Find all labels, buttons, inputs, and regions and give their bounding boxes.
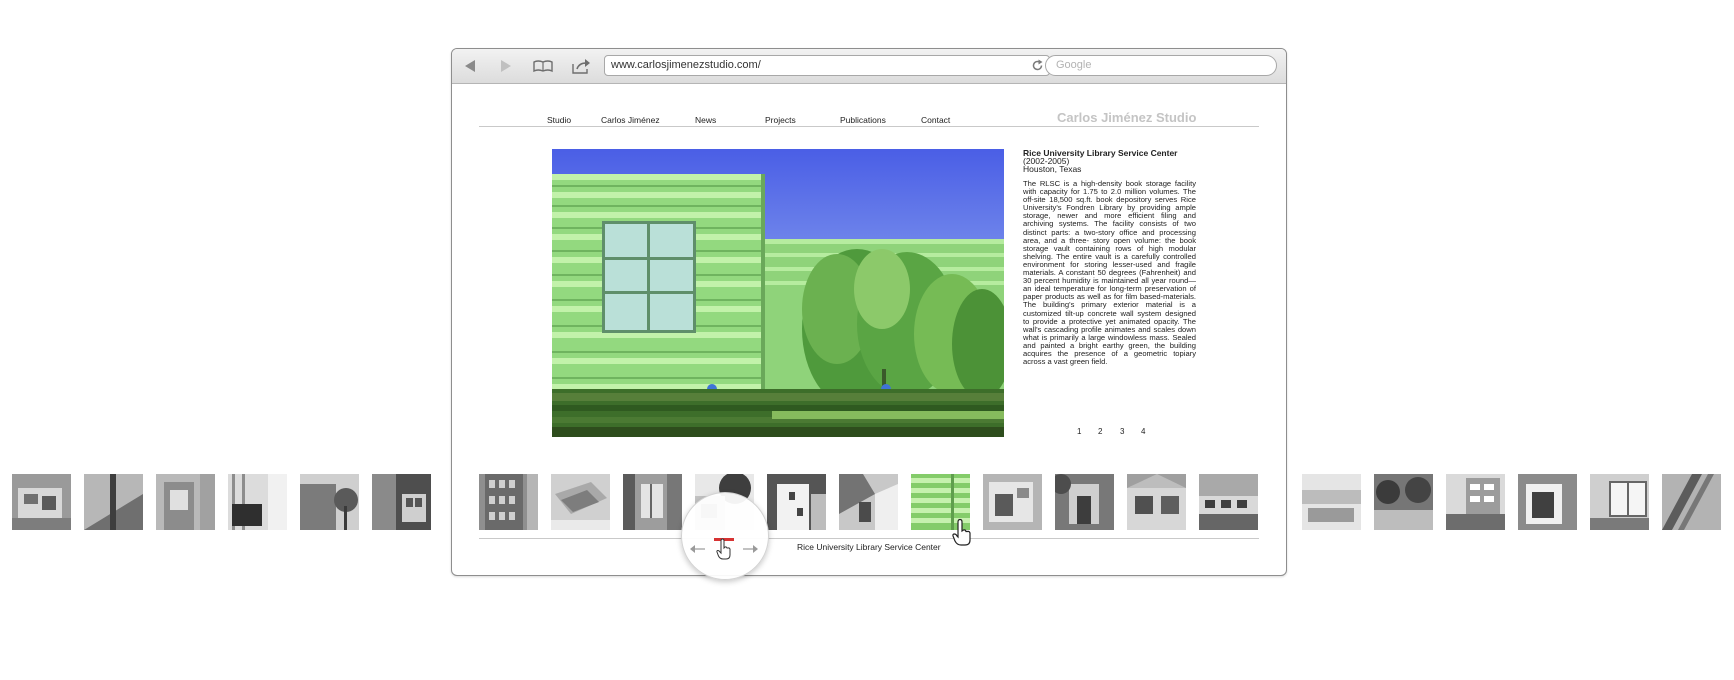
forward-button[interactable] [494, 55, 518, 77]
divider [479, 538, 1259, 539]
thumbnail[interactable] [1662, 474, 1721, 530]
thumbnail[interactable] [767, 474, 826, 530]
site-logo[interactable]: Carlos Jiménez Studio [1057, 110, 1196, 125]
thumbnail[interactable] [372, 474, 431, 530]
project-location: Houston, Texas [1023, 164, 1082, 174]
scrub-loupe[interactable] [681, 492, 769, 580]
book-icon [533, 59, 553, 73]
thumbnail[interactable] [12, 474, 71, 530]
bookmarks-button[interactable] [531, 55, 555, 77]
thumbnail[interactable] [1127, 474, 1186, 530]
thumbnail[interactable] [300, 474, 359, 530]
back-arrow-icon [463, 59, 477, 73]
thumbnail[interactable] [84, 474, 143, 530]
thumbnail[interactable] [1374, 474, 1433, 530]
thumbnail[interactable] [1518, 474, 1577, 530]
thumbnail-caption: Rice University Library Service Center [797, 542, 941, 552]
arrow-left-icon [690, 541, 706, 559]
reload-icon[interactable] [1031, 59, 1044, 77]
forward-arrow-icon [499, 59, 513, 73]
share-icon [571, 58, 591, 74]
hand-cursor-icon [951, 518, 973, 551]
page-link-1[interactable]: 1 [1077, 427, 1081, 436]
hand-cursor-icon [716, 538, 732, 565]
thumbnail[interactable] [1055, 474, 1114, 530]
thumbnail[interactable] [156, 474, 215, 530]
thumbnail[interactable] [1446, 474, 1505, 530]
thumbnail[interactable] [983, 474, 1042, 530]
url-text: www.carlosjimenezstudio.com/ [611, 59, 761, 71]
thumbnail[interactable] [551, 474, 610, 530]
thumbnail[interactable] [228, 474, 287, 530]
thumbnail[interactable] [623, 474, 682, 530]
share-button[interactable] [569, 55, 593, 77]
thumbnail[interactable] [479, 474, 538, 530]
search-placeholder: Google [1056, 59, 1092, 71]
project-photo [552, 149, 1004, 437]
back-button[interactable] [458, 55, 482, 77]
thumbnail[interactable] [1199, 474, 1258, 530]
browser-toolbar: www.carlosjimenezstudio.com/ Google [452, 49, 1286, 84]
thumbnail[interactable] [1590, 474, 1649, 530]
thumbnail[interactable] [839, 474, 898, 530]
arrow-right-icon [742, 541, 758, 559]
thumbnail[interactable] [1302, 474, 1361, 530]
divider [479, 126, 1259, 127]
page-link-4[interactable]: 4 [1141, 427, 1145, 436]
address-bar[interactable]: www.carlosjimenezstudio.com/ [604, 55, 1050, 76]
project-description: The RLSC is a high-density book storage … [1023, 179, 1196, 367]
browser-window: www.carlosjimenezstudio.com/ Google Stud… [451, 48, 1287, 576]
page-link-2[interactable]: 2 [1098, 427, 1102, 436]
search-field[interactable]: Google [1045, 55, 1277, 76]
page-link-3[interactable]: 3 [1120, 427, 1124, 436]
